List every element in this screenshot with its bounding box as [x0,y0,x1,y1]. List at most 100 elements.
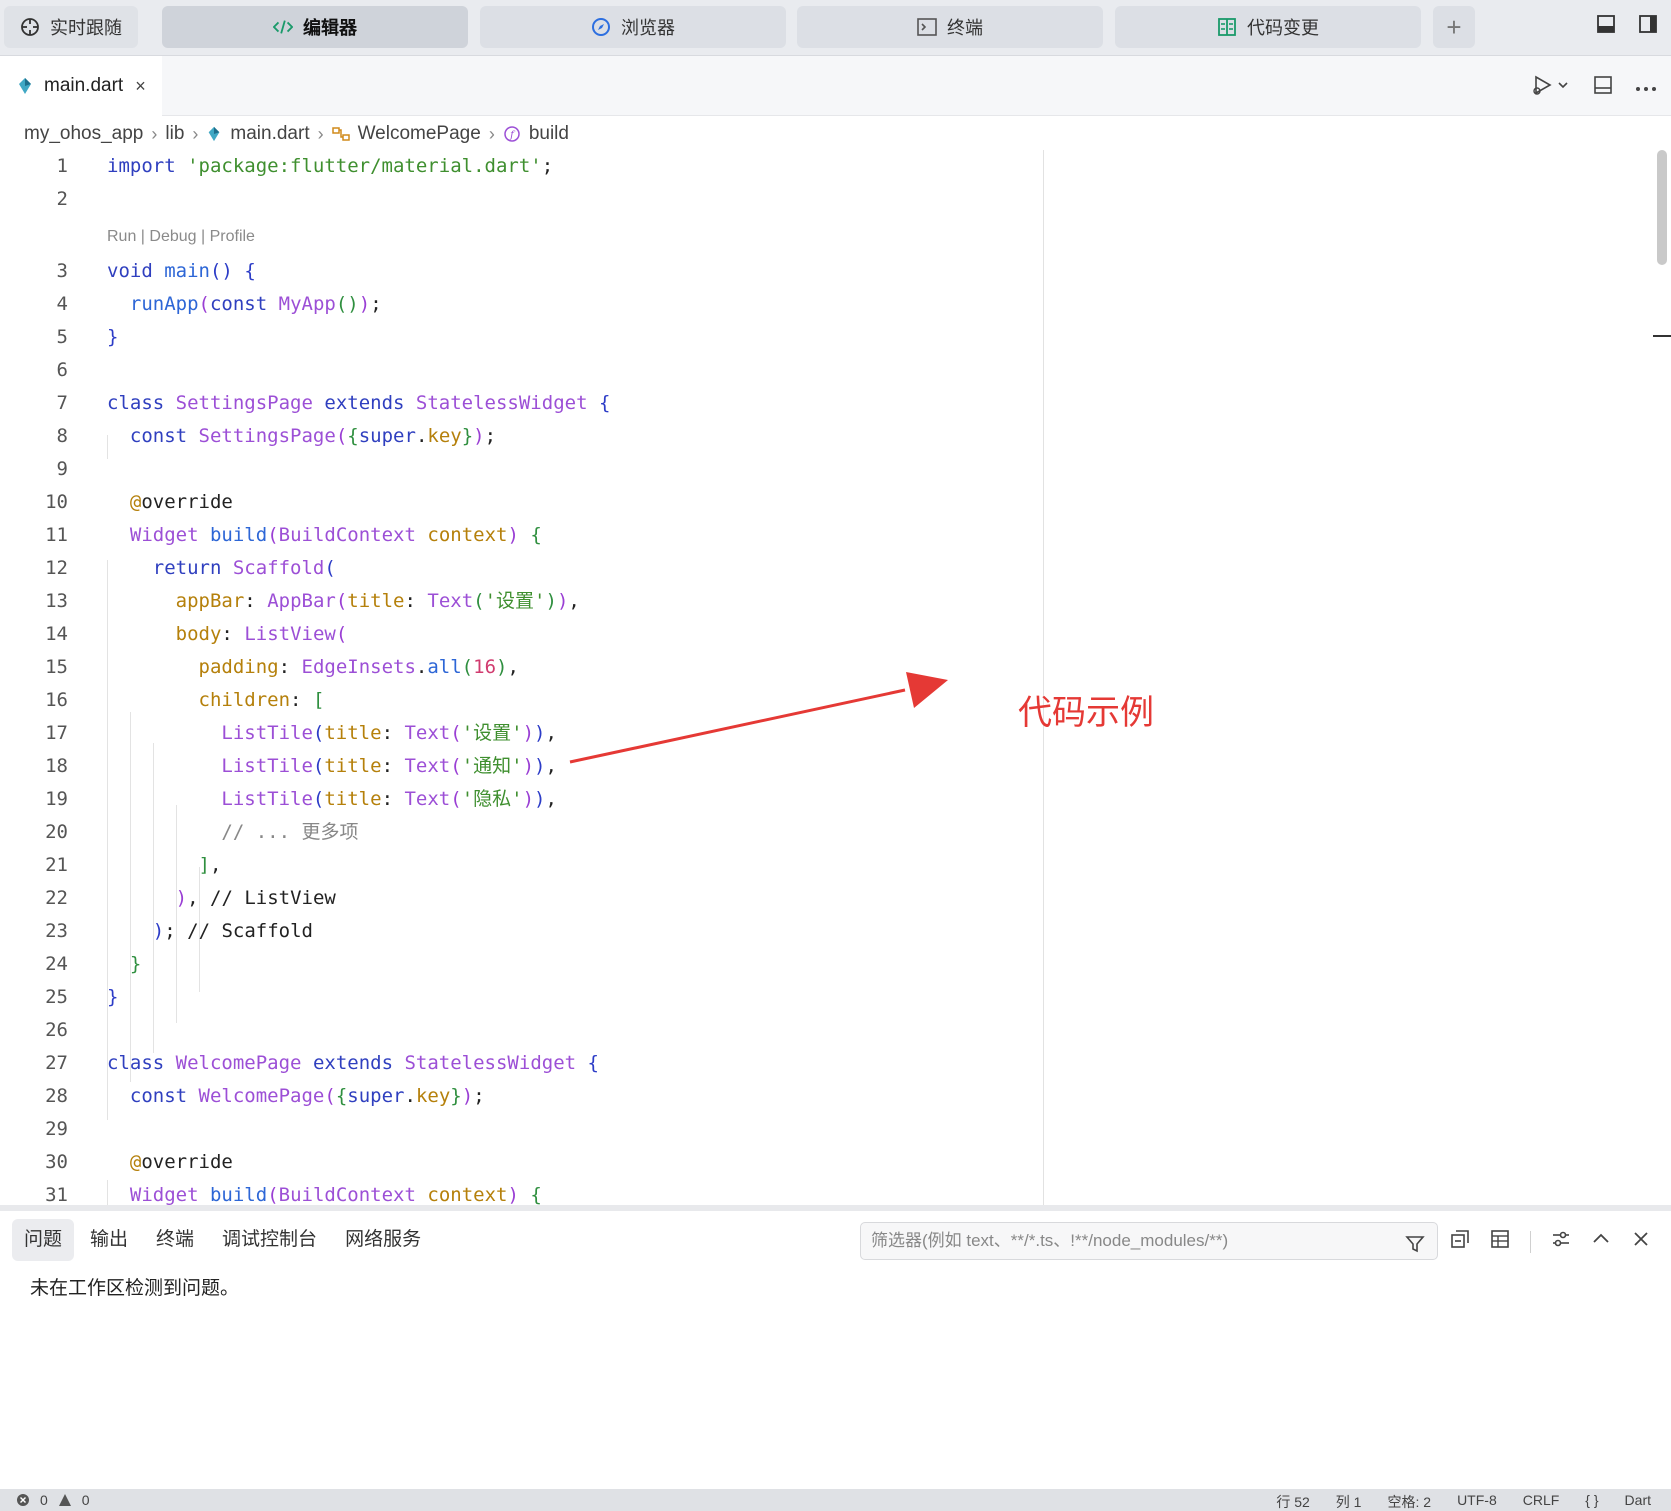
warning-icon[interactable] [58,1493,72,1507]
annotation-label: 代码示例 [1018,693,1154,733]
svg-text:f: f [509,130,516,141]
code-line: 7 class SettingsPage extends StatelessWid… [56,392,611,414]
chevron-right-icon: › [192,123,199,144]
code-line: 22 ), // ListView [45,887,336,909]
live-follow-button[interactable]: 实时跟随 [4,6,138,48]
tab-code-changes[interactable]: 代码变更 [1115,6,1421,48]
collapse-all-icon[interactable] [1450,1229,1470,1254]
file-tab-main-dart[interactable]: main.dart × [0,56,162,116]
chevron-right-icon: › [317,123,324,144]
status-left: 0 0 [16,1492,90,1508]
tab-editor[interactable]: 编辑器 [162,6,468,48]
breadcrumb-file[interactable]: main.dart [230,123,309,145]
error-count: 0 [40,1492,48,1508]
live-follow-label: 实时跟随 [50,18,122,38]
code-line: 6 [56,359,68,381]
overview-ruler-marker [1653,335,1671,337]
code-line: 21 ], [45,854,222,876]
code-line: 5} [56,326,119,348]
panel-actions [1450,1229,1651,1254]
breadcrumb-lib[interactable]: lib [165,123,184,145]
tab-output[interactable]: 输出 [78,1219,140,1261]
code-line: 30 @override [45,1151,233,1173]
file-tab-label: main.dart [44,75,124,96]
panel-settings-icon[interactable] [1551,1229,1571,1254]
cursor-line[interactable]: 行 52 [1276,1492,1309,1511]
error-icon[interactable] [16,1493,30,1507]
file-tab-row: main.dart × [0,56,1671,116]
top-tab-bar: 实时跟随 编辑器 浏览器 终端 代码变更 + [0,0,1671,56]
code-line: 25} [45,986,119,1008]
code-line: 4 runApp(const MyApp()); [56,293,382,315]
bottom-panel: 问题 输出 终端 调试控制台 网络服务 筛选器(例如 text、**/*.ts、… [0,1211,1671,1489]
braces-icon[interactable]: { } [1585,1492,1598,1511]
dart-file-icon [206,126,222,142]
divider [1530,1230,1531,1253]
code-line: 19 ListTile(title: Text('隐私')), [45,788,557,810]
close-tab-icon[interactable]: × [135,76,146,97]
code-line: 23 ); // Scaffold [45,920,313,942]
add-tab-button[interactable]: + [1433,6,1475,48]
toggle-sidebar-icon[interactable] [1638,14,1658,34]
code-icon [273,17,293,37]
code-line: 16 children: [ [45,689,325,711]
table-view-icon[interactable] [1490,1229,1510,1254]
tab-terminal[interactable]: 终端 [797,6,1103,48]
tab-problems[interactable]: 问题 [12,1219,75,1261]
code-line: 10 @override [45,491,233,513]
split-editor-icon[interactable] [1593,75,1613,100]
warning-count: 0 [81,1492,90,1508]
editor-actions [1531,74,1657,101]
class-icon [331,126,350,142]
tab-browser[interactable]: 浏览器 [480,6,786,48]
run-debug-icon[interactable] [1531,74,1571,101]
indent-setting[interactable]: 空格: 2 [1387,1492,1431,1511]
tab-network-service[interactable]: 网络服务 [333,1219,433,1261]
no-problems-message: 未在工作区检测到问题。 [30,1278,240,1299]
code-line: 18 ListTile(title: Text('通知')), [45,755,557,777]
eol[interactable]: CRLF [1523,1492,1560,1511]
more-actions-icon[interactable] [1635,79,1657,97]
terminal-icon [917,17,937,37]
diff-icon [1217,17,1237,37]
language-mode[interactable]: Dart [1625,1492,1651,1511]
tab-terminal-label: 终端 [947,18,983,38]
code-line: 3 void main() { [56,260,256,282]
code-line: 12 return Scaffold( [45,557,336,579]
code-line: 9 [56,458,68,480]
close-panel-icon[interactable] [1631,1229,1651,1254]
toggle-panel-icon[interactable] [1596,14,1616,34]
crosshair-icon [20,17,40,37]
compass-icon [591,17,611,37]
filter-placeholder: 筛选器(例如 text、**/*.ts、!**/node_modules/**) [871,1231,1229,1250]
chevron-right-icon: › [488,123,495,144]
code-line: 24 } [45,953,142,975]
code-line: 28 const WelcomePage({super.key}); [45,1085,485,1107]
code-line: 26 [45,1019,68,1041]
cursor-col[interactable]: 列 1 [1336,1492,1362,1511]
breadcrumb: my_ohos_app › lib › main.dart › WelcomeP… [24,118,569,150]
code-line: 17 ListTile(title: Text('设置')), [45,722,557,744]
code-line: 29 [45,1118,68,1140]
tab-panel-terminal[interactable]: 终端 [144,1219,206,1261]
tab-debug-console[interactable]: 调试控制台 [210,1219,329,1261]
code-line: 14 body: ListView( [45,623,348,645]
code-editor[interactable]: 1 import 'package:flutter/material.dart';… [0,150,1671,1205]
vertical-scrollbar[interactable] [1657,150,1667,265]
breadcrumb-class[interactable]: WelcomePage [358,123,481,145]
maximize-panel-icon[interactable] [1591,1229,1611,1254]
chevron-right-icon: › [151,123,158,144]
filter-icon[interactable] [1405,1231,1425,1267]
code-line: 2 [56,188,68,210]
code-line: 15 padding: EdgeInsets.all(16), [45,656,519,678]
code-line: 27 class WelcomePage extends StatelessWid… [45,1052,599,1074]
code-line: 11 Widget build(BuildContext context) { [45,524,542,546]
breadcrumb-project[interactable]: my_ohos_app [24,123,143,145]
encoding[interactable]: UTF-8 [1457,1492,1497,1511]
tab-code-changes-label: 代码变更 [1247,18,1319,38]
codelens-run-debug[interactable]: Run | Debug | Profile [107,228,255,246]
problems-filter-input[interactable]: 筛选器(例如 text、**/*.ts、!**/node_modules/**) [860,1222,1438,1260]
code-line: 13 appBar: AppBar(title: Text('设置')), [45,590,580,612]
breadcrumb-method[interactable]: build [529,123,569,145]
editor-ruler [1043,150,1044,1205]
